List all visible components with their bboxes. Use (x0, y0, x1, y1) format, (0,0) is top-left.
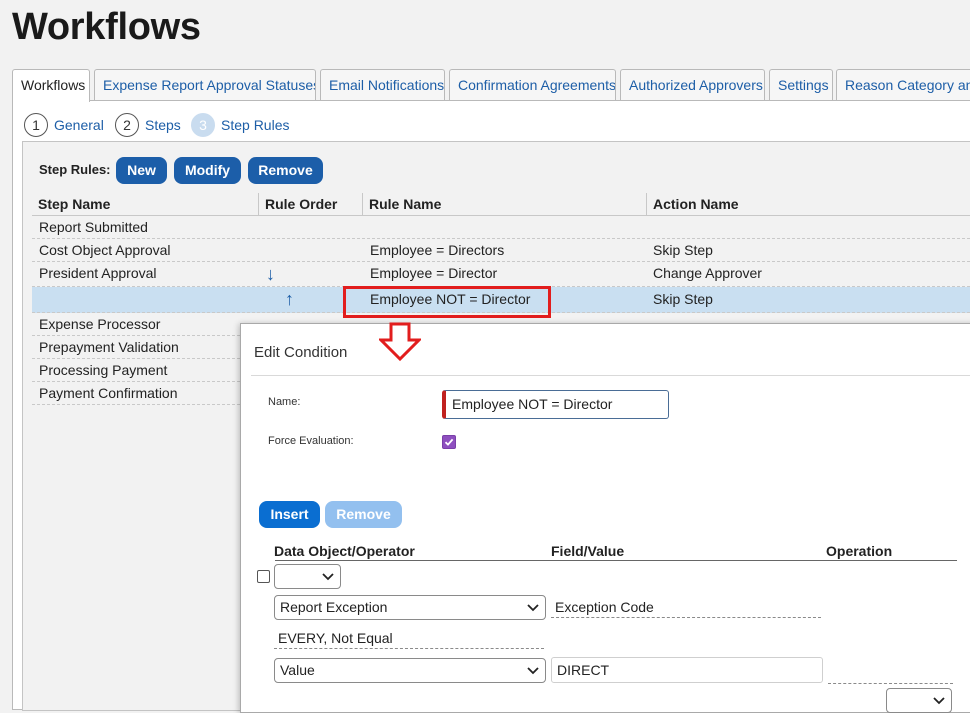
rule-name-cell: Employee = Directors (370, 242, 505, 258)
tab-expense-report-approval-statuses[interactable]: Expense Report Approval Statuses (94, 69, 316, 101)
wizard-step-number: 3 (191, 113, 215, 137)
wizard-step-number: 1 (24, 113, 48, 137)
highlight-box (343, 286, 551, 318)
operation-select[interactable] (886, 688, 952, 713)
wizard-step-steps[interactable]: 2 Steps (115, 113, 185, 137)
step-name-cell: Cost Object Approval (39, 242, 171, 258)
value-type-select-value: Value (280, 662, 315, 678)
force-evaluation-label: Force Evaluation: (268, 435, 354, 447)
row-select-checkbox[interactable] (257, 570, 270, 583)
remove-condition-button[interactable]: Remove (325, 501, 402, 528)
step-name-cell: Report Submitted (39, 219, 148, 235)
value-type-select[interactable]: Value (274, 658, 546, 683)
column-header-data-object: Data Object/Operator (274, 543, 415, 559)
field-value-text[interactable]: Exception Code (551, 597, 821, 618)
column-header-rule-order[interactable]: Rule Order (258, 193, 362, 216)
table-row[interactable]: Report Submitted (32, 216, 970, 239)
table-row[interactable]: Cost Object Approval Employee = Director… (32, 239, 970, 262)
step-name-cell: President Approval (39, 265, 157, 281)
data-object-select[interactable]: Report Exception (274, 595, 546, 620)
rule-name-cell: Employee = Director (370, 265, 498, 281)
data-object-select-value: Report Exception (280, 599, 388, 615)
check-icon (444, 438, 454, 446)
column-header-action-name[interactable]: Action Name (646, 193, 970, 216)
wizard-step-label: Step Rules (221, 117, 290, 133)
dialog-title: Edit Condition (254, 344, 348, 361)
edit-condition-dialog: Edit Condition Name: Employee NOT = Dire… (240, 323, 970, 713)
tab-reason-category[interactable]: Reason Category and (836, 69, 970, 101)
dialog-divider (251, 375, 970, 376)
step-name-cell: Processing Payment (39, 362, 168, 378)
wizard-step-label: General (54, 117, 104, 133)
wizard-step-label: Steps (145, 117, 181, 133)
tab-workflows[interactable]: Workflows (12, 69, 90, 102)
chevron-down-icon (322, 573, 334, 581)
tab-email-notifications[interactable]: Email Notifications (320, 69, 445, 101)
name-label: Name: (268, 396, 301, 408)
wizard-step-number: 2 (115, 113, 139, 137)
step-name-cell: Expense Processor (39, 316, 161, 332)
tab-confirmation-agreements[interactable]: Confirmation Agreements (449, 69, 616, 101)
column-header-operation: Operation (826, 543, 893, 559)
column-header-rule-name[interactable]: Rule Name (362, 193, 646, 216)
tab-settings[interactable]: Settings (769, 69, 833, 101)
new-button[interactable]: New (116, 157, 167, 184)
move-up-arrow-icon[interactable]: ↑ (285, 290, 294, 308)
column-header-field-value: Field/Value (551, 543, 625, 559)
name-input[interactable]: Employee NOT = Director (442, 390, 669, 419)
modify-button[interactable]: Modify (174, 157, 241, 184)
rules-table-header: Step Name Rule Order Rule Name Action Na… (32, 193, 970, 216)
action-name-cell: Change Approver (653, 265, 762, 281)
tab-bar: Workflows Expense Report Approval Status… (12, 69, 970, 102)
down-arrow-icon (379, 322, 421, 362)
move-down-arrow-icon[interactable]: ↓ (266, 265, 275, 283)
value-input[interactable]: DIRECT (551, 657, 823, 683)
step-rules-label: Step Rules: (39, 162, 111, 177)
page-title: Workflows (12, 6, 201, 48)
operation-field[interactable] (828, 662, 953, 684)
insert-button[interactable]: Insert (259, 501, 320, 528)
action-name-cell: Skip Step (653, 242, 713, 258)
chevron-down-icon (527, 604, 539, 612)
operator-select[interactable] (274, 564, 341, 589)
remove-button[interactable]: Remove (248, 157, 323, 184)
step-name-cell: Prepayment Validation (39, 339, 179, 355)
conditions-header-divider (275, 560, 957, 561)
action-name-cell: Skip Step (653, 291, 713, 307)
wizard-step-step-rules[interactable]: 3 Step Rules (191, 113, 291, 137)
column-header-step-name[interactable]: Step Name (32, 193, 258, 216)
table-row[interactable]: President Approval ↓ Employee = Director… (32, 262, 970, 287)
tab-authorized-approvers[interactable]: Authorized Approvers (620, 69, 765, 101)
chevron-down-icon (933, 697, 945, 705)
step-name-cell: Payment Confirmation (39, 385, 178, 401)
chevron-down-icon (527, 667, 539, 675)
wizard-step-general[interactable]: 1 General (24, 113, 104, 137)
force-evaluation-checkbox[interactable] (442, 435, 456, 449)
operator-text[interactable]: EVERY, Not Equal (274, 628, 544, 649)
